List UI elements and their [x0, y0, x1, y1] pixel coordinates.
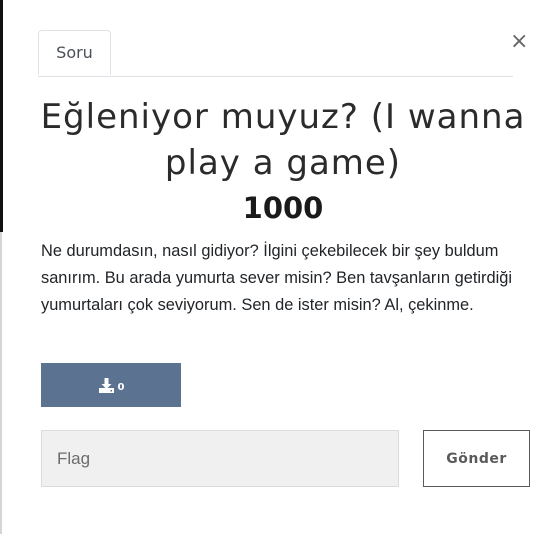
challenge-points: 1000 [242, 191, 324, 225]
tab-soru[interactable]: Soru [38, 30, 111, 75]
challenge-modal: Soru × Eğleniyor muyuz? (I wanna play a … [3, 0, 559, 534]
download-count: 0 [117, 381, 125, 393]
submit-button[interactable]: Gönder [423, 430, 530, 487]
tab-bar: Soru [38, 30, 513, 77]
download-icon [98, 377, 115, 393]
challenge-description: Ne durumdasın, nasıl gidiyor? İlgini çek… [41, 242, 512, 314]
flag-input[interactable] [41, 430, 399, 487]
download-file-button[interactable]: 0 [41, 363, 181, 407]
backdrop-edge-lower [0, 232, 2, 534]
close-button[interactable]: × [510, 30, 528, 54]
challenge-title: Eğleniyor muyuz? (I wanna play a game) [40, 97, 526, 183]
